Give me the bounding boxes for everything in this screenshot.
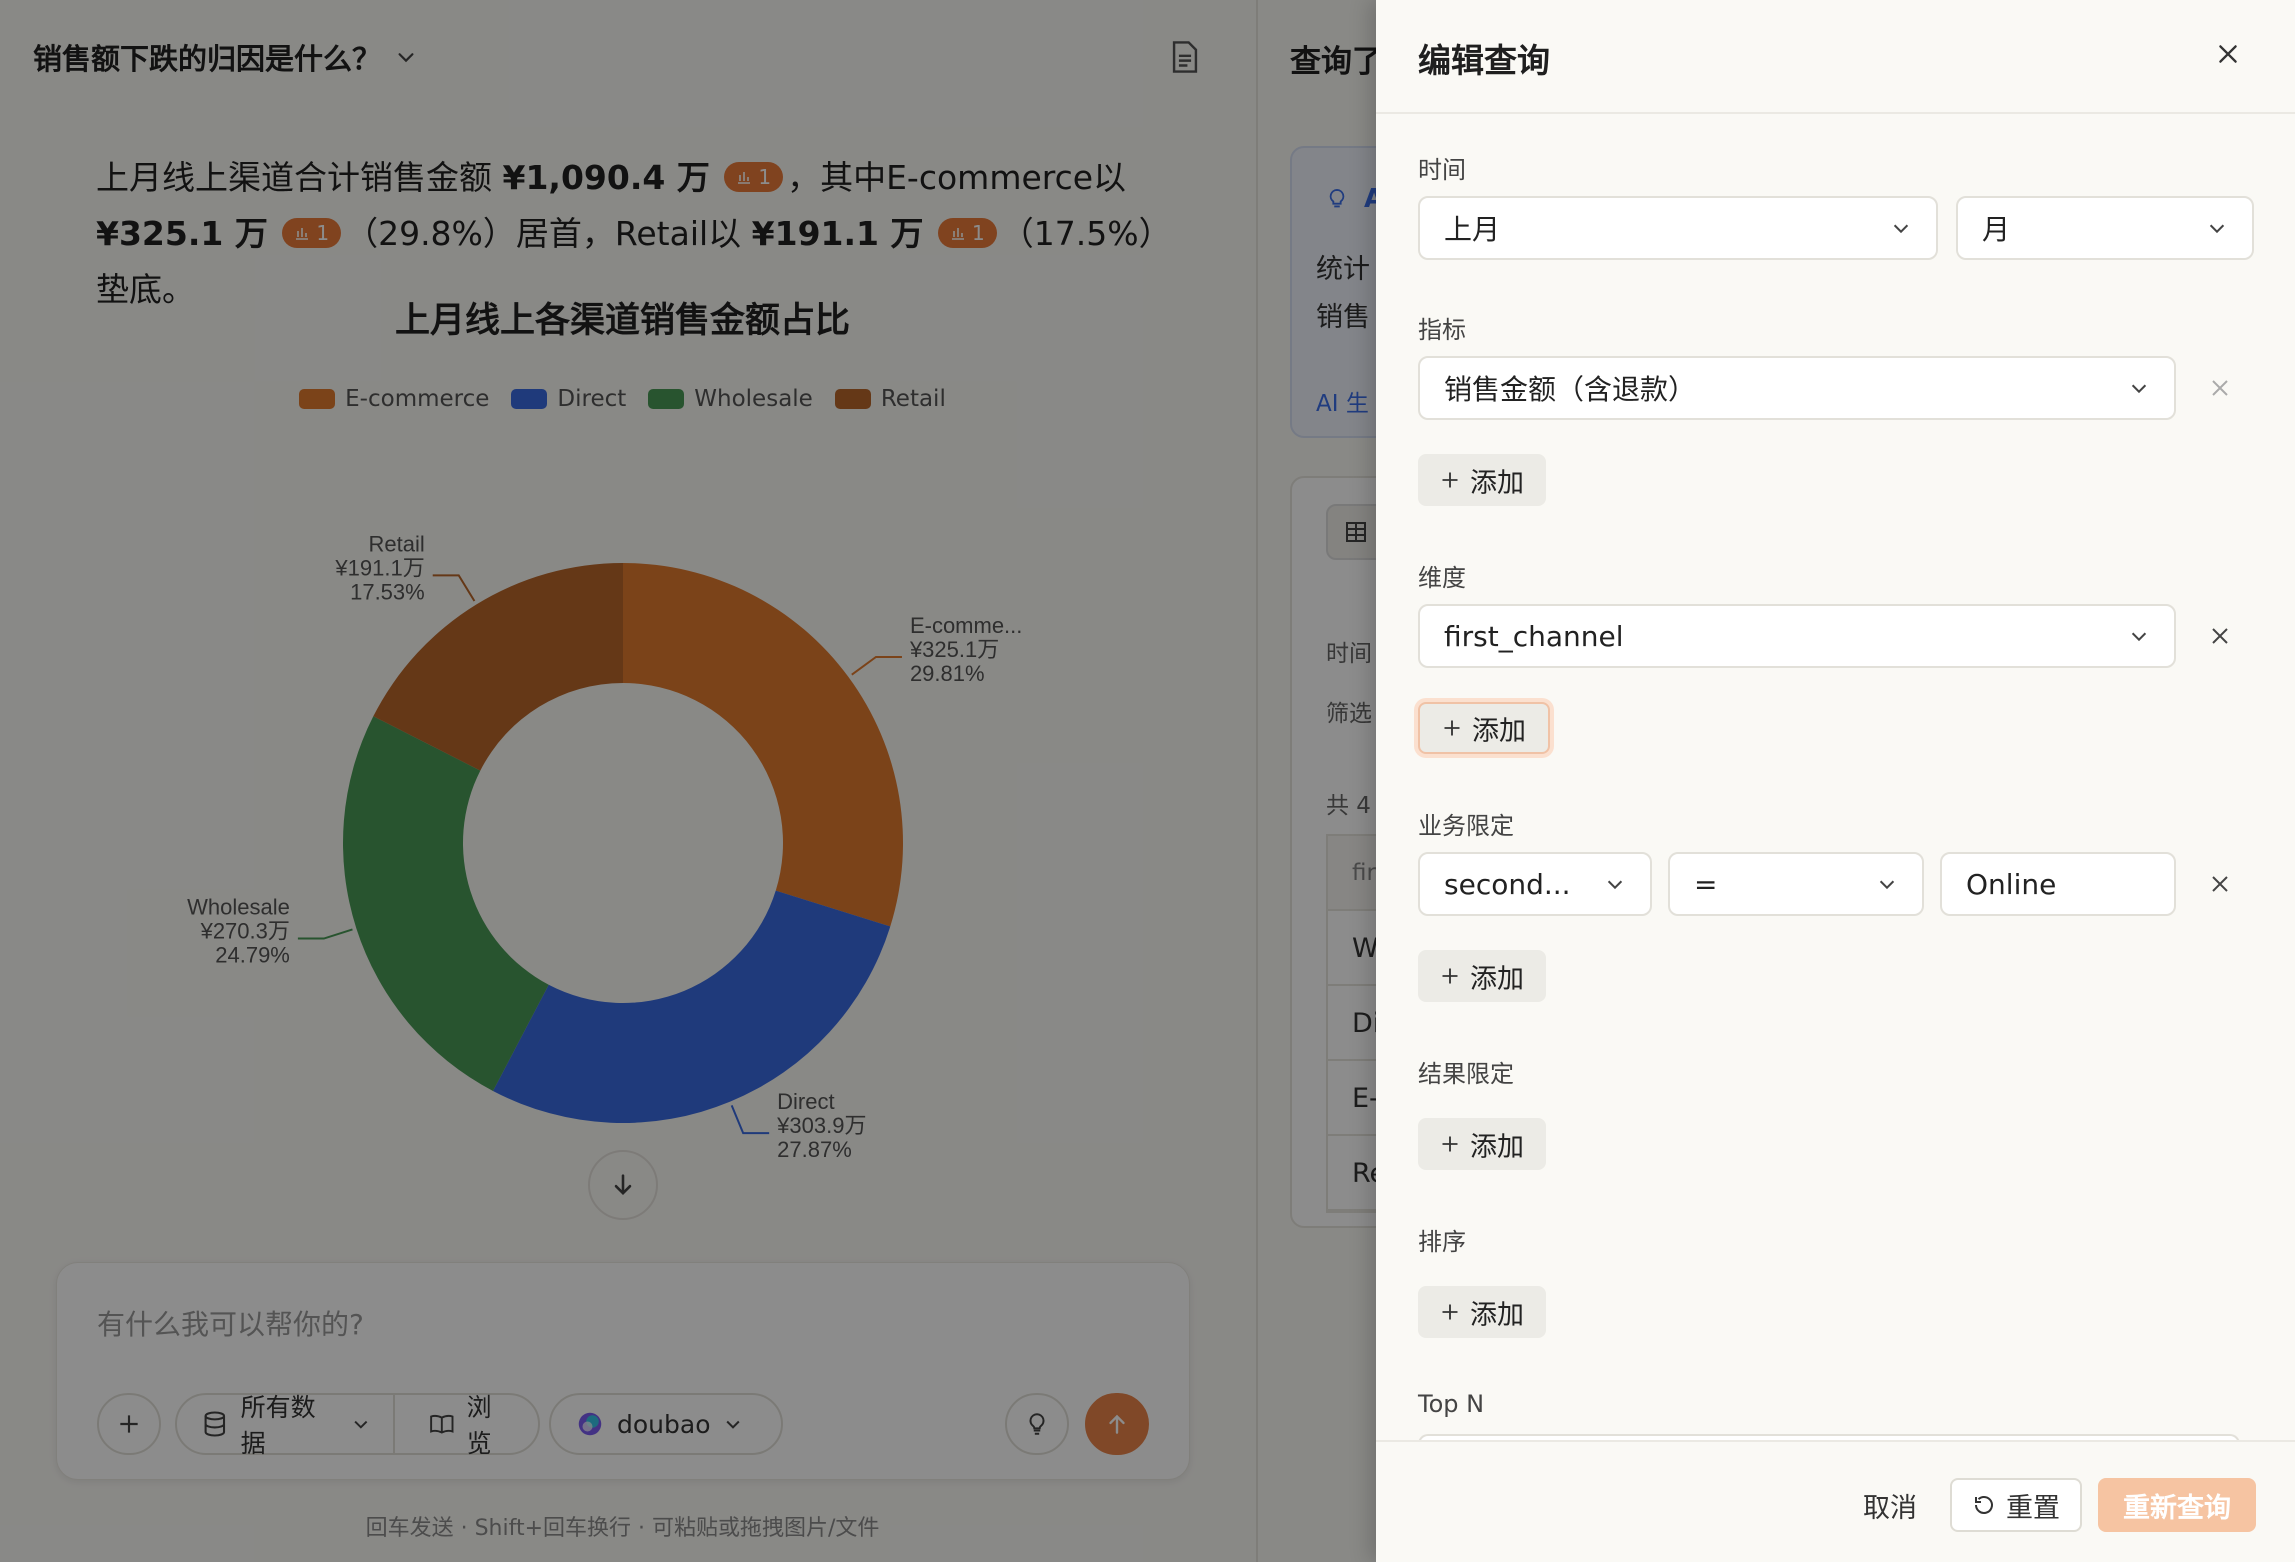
chevron-down-icon (2209, 224, 2225, 234)
chevron-down-icon (1893, 224, 1909, 234)
reset-icon (1975, 1496, 1993, 1514)
time-range-value: 上月 (1444, 213, 1501, 246)
add-label: 添加 (1470, 1299, 1524, 1331)
filter-field-select[interactable]: second... (1418, 852, 1652, 916)
chevron-down-icon (2131, 384, 2147, 394)
remove-filter-button[interactable] (2202, 866, 2238, 902)
plus-icon (1444, 720, 1460, 736)
metric-section-label: 指标 (1418, 316, 1466, 344)
filter-value: Online (1966, 867, 2057, 901)
close-icon (2212, 876, 2228, 892)
filter-operator-select[interactable]: = (1668, 852, 1924, 916)
plus-icon (1442, 968, 1458, 984)
time-grain-select[interactable]: 月 (1956, 196, 2254, 260)
drawer-header: 编辑查询 (1376, 0, 2295, 114)
sort-section-label: 排序 (1418, 1228, 1466, 1256)
filter-value-input[interactable]: Online (1940, 852, 2176, 916)
add-result-filter-button[interactable]: 添加 (1418, 1118, 1546, 1170)
chevron-down-icon (1879, 880, 1895, 890)
add-dimension-button[interactable]: 添加 (1418, 702, 1550, 754)
time-range-select[interactable]: 上月 (1418, 196, 1938, 260)
close-icon (2219, 45, 2237, 63)
business-filter-section-label: 业务限定 (1418, 812, 1514, 840)
cancel-button[interactable]: 取消 (1836, 1478, 1944, 1532)
chevron-down-icon (1607, 880, 1623, 890)
metric-select[interactable]: 销售金额（含退款） (1418, 356, 2176, 420)
filter-field-value: second... (1444, 867, 1571, 901)
add-label: 添加 (1470, 963, 1524, 995)
drawer-title: 编辑查询 (1418, 41, 1550, 80)
drawer-footer: 取消 重置 重新查询 (1376, 1440, 2295, 1562)
add-metric-button[interactable]: 添加 (1418, 454, 1546, 506)
time-section-label: 时间 (1418, 156, 1466, 184)
add-label: 添加 (1470, 467, 1524, 499)
plus-icon (1442, 472, 1458, 488)
modal-overlay[interactable] (0, 0, 1376, 1562)
add-label: 添加 (1470, 1131, 1524, 1163)
metric-value: 销售金额（含退款） (1444, 373, 1697, 406)
add-label: 添加 (1472, 715, 1526, 747)
requery-button[interactable]: 重新查询 (2098, 1478, 2256, 1532)
edit-query-drawer: 编辑查询 时间 上月 月 指标 销售金额（含退款） 添加 维度 first_ch… (1376, 0, 2295, 1562)
dimension-section-label: 维度 (1418, 564, 1466, 592)
remove-dimension-button[interactable] (2202, 618, 2238, 654)
reset-label: 重置 (2006, 1492, 2060, 1524)
topn-section-label: Top N (1418, 1390, 1485, 1418)
result-filter-section-label: 结果限定 (1418, 1060, 1514, 1088)
plus-icon (1442, 1304, 1458, 1320)
time-grain-value: 月 (1982, 213, 2011, 246)
reset-button[interactable]: 重置 (1950, 1478, 2082, 1532)
chevron-down-icon (2131, 632, 2147, 642)
close-button[interactable] (2212, 38, 2244, 70)
add-sort-button[interactable]: 添加 (1418, 1286, 1546, 1338)
close-icon (2212, 628, 2228, 644)
filter-operator-value: = (1694, 867, 1718, 901)
remove-metric-button[interactable] (2202, 370, 2238, 406)
dimension-value: first_channel (1444, 619, 1624, 653)
close-icon (2212, 380, 2228, 396)
add-business-filter-button[interactable]: 添加 (1418, 950, 1546, 1002)
dimension-select[interactable]: first_channel (1418, 604, 2176, 668)
plus-icon (1442, 1136, 1458, 1152)
